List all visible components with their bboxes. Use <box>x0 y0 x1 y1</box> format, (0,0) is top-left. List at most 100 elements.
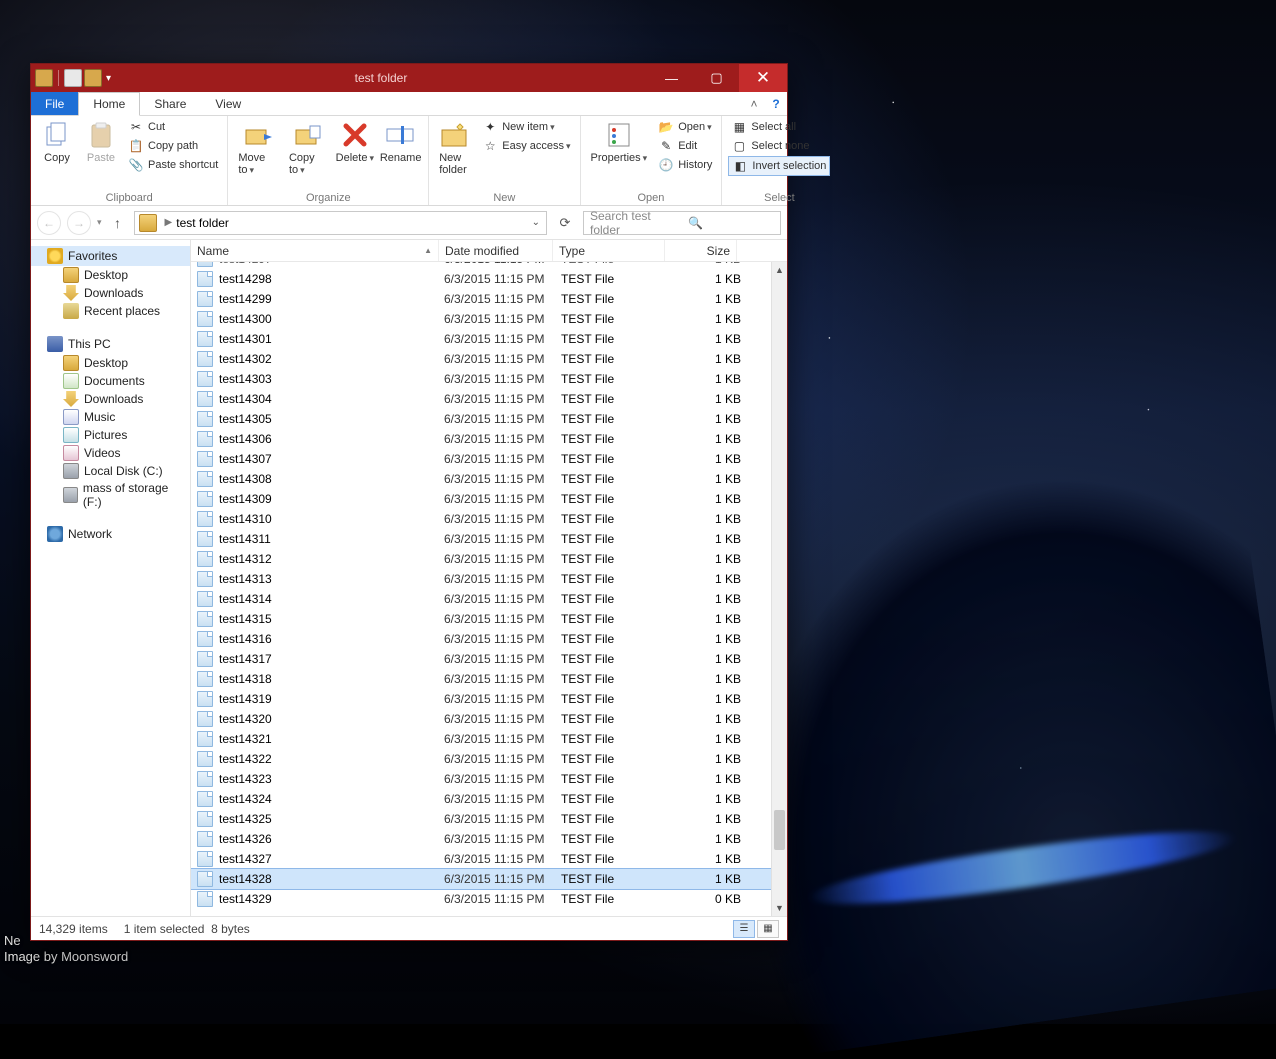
file-row[interactable]: test143046/3/2015 11:15 PMTEST File1 KB <box>191 389 787 409</box>
qat-properties-icon[interactable] <box>64 69 82 87</box>
file-row[interactable]: test143236/3/2015 11:15 PMTEST File1 KB <box>191 769 787 789</box>
file-row[interactable]: test143256/3/2015 11:15 PMTEST File1 KB <box>191 809 787 829</box>
col-type[interactable]: Type <box>553 240 665 261</box>
copy-path-button[interactable]: 📋Copy path <box>125 137 221 155</box>
file-row[interactable]: test143166/3/2015 11:15 PMTEST File1 KB <box>191 629 787 649</box>
file-row[interactable]: test143116/3/2015 11:15 PMTEST File1 KB <box>191 529 787 549</box>
file-row[interactable]: test143066/3/2015 11:15 PMTEST File1 KB <box>191 429 787 449</box>
file-row[interactable]: test143126/3/2015 11:15 PMTEST File1 KB <box>191 549 787 569</box>
easy-access-button[interactable]: ☆Easy access <box>479 137 573 155</box>
paste-shortcut-button[interactable]: 📎Paste shortcut <box>125 156 221 174</box>
address-dropdown-icon[interactable]: ⌄ <box>526 217 546 228</box>
file-row[interactable]: test143286/3/2015 11:15 PMTEST File1 KB <box>191 869 787 889</box>
address-path[interactable]: test folder <box>176 216 229 230</box>
forward-button[interactable]: → <box>67 211 91 235</box>
tree-this-pc[interactable]: This PC <box>31 334 190 354</box>
close-button[interactable]: ✕ <box>739 64 787 92</box>
new-item-button[interactable]: ✦New item <box>479 118 573 136</box>
tab-share[interactable]: Share <box>140 92 201 115</box>
qat-dropdown-icon[interactable]: ▾ <box>104 73 113 84</box>
breadcrumb-chevron-icon[interactable]: ▶ <box>161 217 177 228</box>
tree-favorites[interactable]: Favorites <box>31 246 190 266</box>
col-date[interactable]: Date modified <box>439 240 553 261</box>
tree-pc-music[interactable]: Music <box>31 408 190 426</box>
rename-button[interactable]: Rename <box>379 118 422 166</box>
search-box[interactable]: Search test folder 🔍 <box>583 211 781 235</box>
thumbnails-view-button[interactable]: ▦ <box>757 920 779 938</box>
scroll-down-button[interactable]: ▼ <box>772 900 787 916</box>
col-name[interactable]: Name▲ <box>191 240 439 261</box>
col-size[interactable]: Size <box>665 240 737 261</box>
file-row[interactable]: test143196/3/2015 11:15 PMTEST File1 KB <box>191 689 787 709</box>
scroll-up-button[interactable]: ▲ <box>772 262 787 278</box>
tree-pc-pictures[interactable]: Pictures <box>31 426 190 444</box>
file-row[interactable]: test143056/3/2015 11:15 PMTEST File1 KB <box>191 409 787 429</box>
file-row[interactable]: test143246/3/2015 11:15 PMTEST File1 KB <box>191 789 787 809</box>
qat-folder-icon[interactable] <box>35 69 53 87</box>
address-bar[interactable]: ▶ test folder ⌄ <box>134 211 547 235</box>
tab-home[interactable]: Home <box>78 92 140 116</box>
refresh-button[interactable]: ⟳ <box>553 215 577 231</box>
tree-pc-desktop[interactable]: Desktop <box>31 354 190 372</box>
select-none-button[interactable]: ▢Select none <box>728 137 830 155</box>
qat-newfolder-icon[interactable] <box>84 69 102 87</box>
tree-pc-storage[interactable]: mass of storage (F:) <box>31 480 190 510</box>
file-row[interactable]: test143016/3/2015 11:15 PMTEST File1 KB <box>191 329 787 349</box>
invert-selection-button[interactable]: ◧Invert selection <box>728 156 830 176</box>
file-row[interactable]: test143296/3/2015 11:15 PMTEST File0 KB <box>191 889 787 909</box>
navigation-tree[interactable]: Favorites Desktop Downloads Recent place… <box>31 240 191 916</box>
scroll-thumb[interactable] <box>774 810 785 850</box>
scroll-track[interactable] <box>772 278 787 900</box>
file-row[interactable]: test143176/3/2015 11:15 PMTEST File1 KB <box>191 649 787 669</box>
file-row[interactable]: test143026/3/2015 11:15 PMTEST File1 KB <box>191 349 787 369</box>
up-button[interactable]: ↑ <box>108 215 128 231</box>
tree-pc-documents[interactable]: Documents <box>31 372 190 390</box>
tree-fav-recent[interactable]: Recent places <box>31 302 190 320</box>
file-row[interactable]: test143096/3/2015 11:15 PMTEST File1 KB <box>191 489 787 509</box>
file-row[interactable]: test143136/3/2015 11:15 PMTEST File1 KB <box>191 569 787 589</box>
ribbon-collapse-button[interactable]: ˄ <box>743 92 765 115</box>
tree-pc-videos[interactable]: Videos <box>31 444 190 462</box>
history-button[interactable]: 🕘History <box>655 156 715 174</box>
select-all-button[interactable]: ▦Select all <box>728 118 830 136</box>
tree-pc-local-disk[interactable]: Local Disk (C:) <box>31 462 190 480</box>
edit-button[interactable]: ✎Edit <box>655 137 715 155</box>
file-row[interactable]: test143006/3/2015 11:15 PMTEST File1 KB <box>191 309 787 329</box>
file-row[interactable]: test143106/3/2015 11:15 PMTEST File1 KB <box>191 509 787 529</box>
recent-locations-dropdown[interactable]: ▾ <box>97 217 102 228</box>
properties-button[interactable]: Properties <box>587 118 652 166</box>
tree-fav-downloads[interactable]: Downloads <box>31 284 190 302</box>
titlebar[interactable]: ▾ test folder — ▢ ✕ <box>31 64 787 92</box>
file-rows[interactable]: test142976/3/2015 11:15 PMTEST File1 KBt… <box>191 262 787 916</box>
vertical-scrollbar[interactable]: ▲ ▼ <box>771 262 787 916</box>
file-row[interactable]: test143276/3/2015 11:15 PMTEST File1 KB <box>191 849 787 869</box>
tab-file[interactable]: File <box>31 92 78 115</box>
maximize-button[interactable]: ▢ <box>694 64 739 92</box>
file-row[interactable]: test143226/3/2015 11:15 PMTEST File1 KB <box>191 749 787 769</box>
paste-button[interactable]: Paste <box>81 118 121 166</box>
tab-view[interactable]: View <box>201 92 256 115</box>
minimize-button[interactable]: — <box>649 64 694 92</box>
copy-button[interactable]: Copy <box>37 118 77 166</box>
file-row[interactable]: test143156/3/2015 11:15 PMTEST File1 KB <box>191 609 787 629</box>
file-row[interactable]: test143186/3/2015 11:15 PMTEST File1 KB <box>191 669 787 689</box>
file-row[interactable]: test143146/3/2015 11:15 PMTEST File1 KB <box>191 589 787 609</box>
file-row[interactable]: test142986/3/2015 11:15 PMTEST File1 KB <box>191 269 787 289</box>
delete-button[interactable]: Delete <box>335 118 375 166</box>
move-to-button[interactable]: Move to <box>234 118 281 178</box>
search-icon[interactable]: 🔍 <box>682 216 780 230</box>
back-button[interactable]: ← <box>37 211 61 235</box>
tree-fav-desktop[interactable]: Desktop <box>31 266 190 284</box>
tree-pc-downloads[interactable]: Downloads <box>31 390 190 408</box>
file-row[interactable]: test143036/3/2015 11:15 PMTEST File1 KB <box>191 369 787 389</box>
details-view-button[interactable]: ☰ <box>733 920 755 938</box>
file-row[interactable]: test143216/3/2015 11:15 PMTEST File1 KB <box>191 729 787 749</box>
new-folder-button[interactable]: New folder <box>435 118 475 178</box>
file-row[interactable]: test142996/3/2015 11:15 PMTEST File1 KB <box>191 289 787 309</box>
help-button[interactable]: ? <box>765 92 787 115</box>
cut-button[interactable]: ✂Cut <box>125 118 221 136</box>
copy-to-button[interactable]: Copy to <box>285 118 331 178</box>
file-row[interactable]: test143086/3/2015 11:15 PMTEST File1 KB <box>191 469 787 489</box>
file-row[interactable]: test143266/3/2015 11:15 PMTEST File1 KB <box>191 829 787 849</box>
tree-network[interactable]: Network <box>31 524 190 544</box>
